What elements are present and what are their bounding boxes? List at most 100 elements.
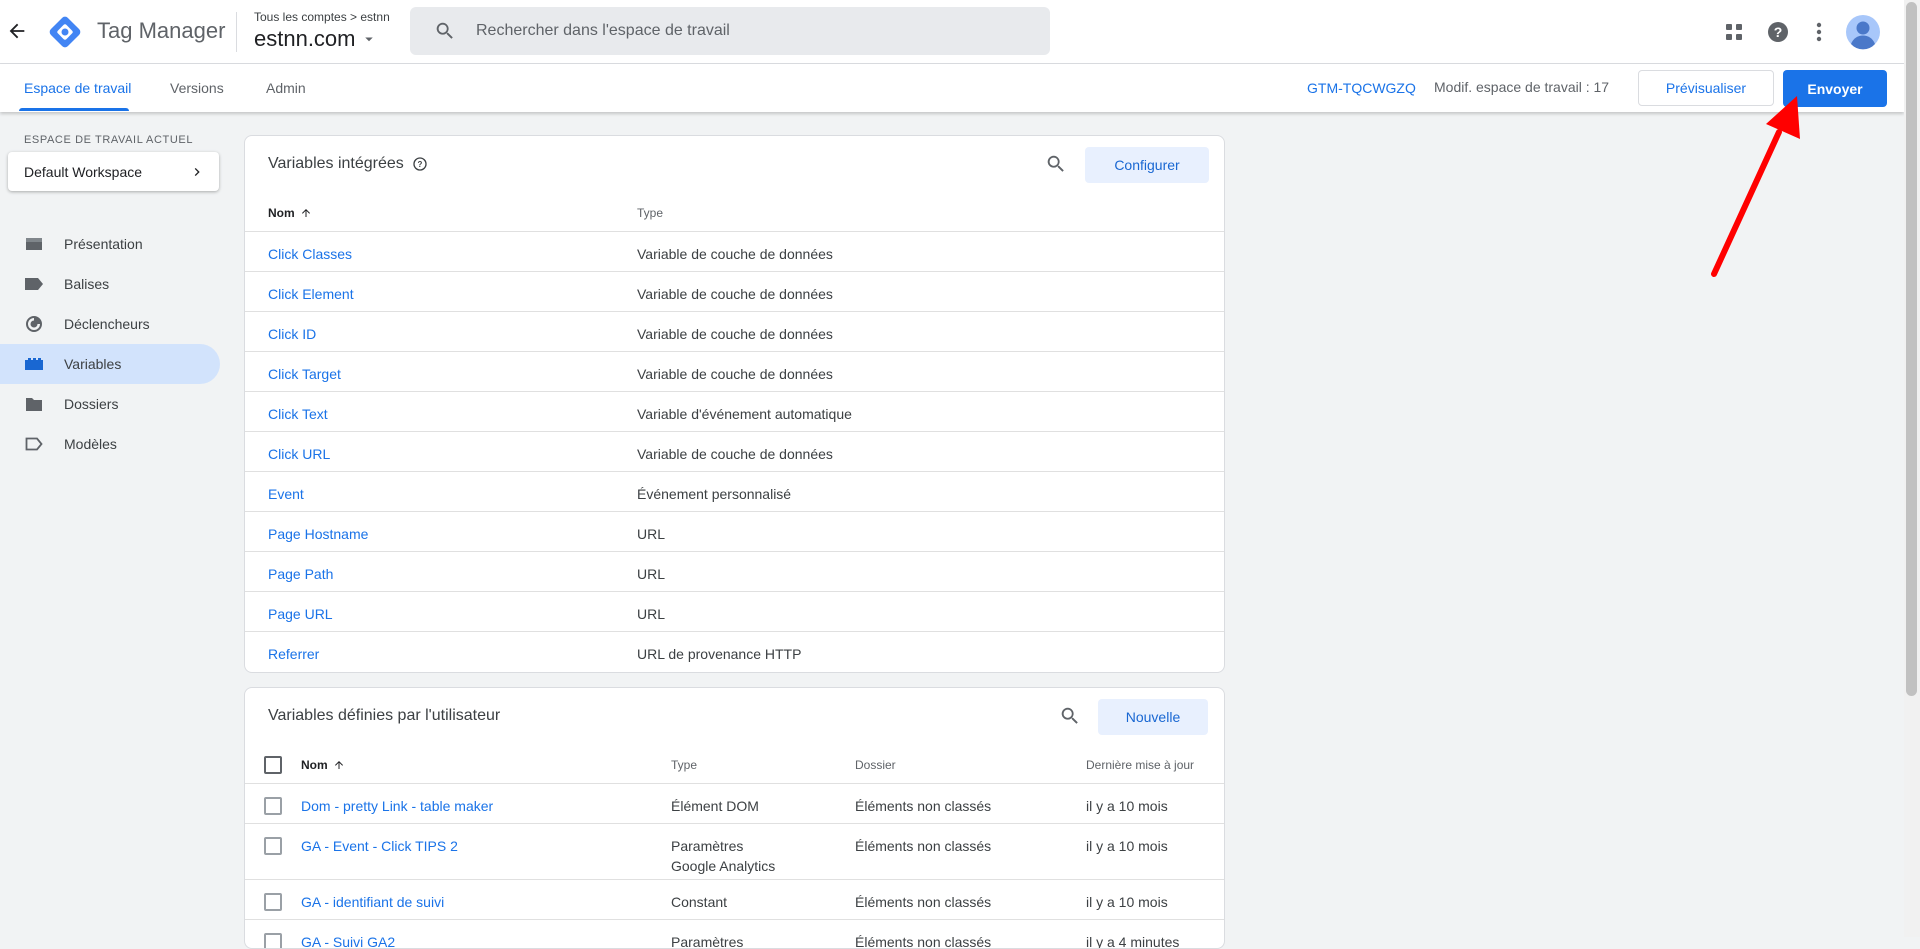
column-header-name[interactable]: Nom <box>268 206 312 220</box>
user-search-icon[interactable] <box>1059 705 1081 727</box>
variable-name-link[interactable]: Click URL <box>268 444 330 464</box>
variable-name-link[interactable]: Dom - pretty Link - table maker <box>301 796 493 816</box>
table-row[interactable]: Page Path URL <box>245 551 1224 592</box>
preview-button[interactable]: Prévisualiser <box>1638 70 1774 106</box>
table-row[interactable]: Click Target Variable de couche de donnée… <box>245 351 1224 392</box>
row-checkbox[interactable] <box>264 893 282 911</box>
search-input[interactable] <box>474 21 1038 41</box>
chevron-right-icon <box>194 167 200 176</box>
sidebar-item-label: Balises <box>64 276 110 292</box>
table-row[interactable]: Page Hostname URL <box>245 511 1224 552</box>
table-row[interactable]: Referrer URL de provenance HTTP <box>245 631 1224 672</box>
tab-workspace[interactable]: Espace de travail <box>24 80 131 96</box>
row-checkbox[interactable] <box>264 933 282 948</box>
variable-name-link[interactable]: GA - identifiant de suivi <box>301 892 444 912</box>
tab-versions[interactable]: Versions <box>170 80 224 96</box>
column-header-name[interactable]: Nom <box>301 758 345 772</box>
trigger-icon <box>24 314 44 334</box>
sidebar-item-tags[interactable]: Balises <box>0 264 220 304</box>
table-row[interactable]: GA - Suivi GA2 Paramètres Éléments non cla… <box>245 919 1224 949</box>
table-row[interactable]: Click Element Variable de couche de donné… <box>245 271 1224 312</box>
variable-folder: Éléments non classés <box>855 894 992 910</box>
variable-name-link[interactable]: Click ID <box>268 324 316 344</box>
workspace-changes: Modif. espace de travail : 17 <box>1434 79 1610 95</box>
type-line: Constant <box>671 894 728 910</box>
table-row[interactable]: Page URL URL <box>245 591 1224 632</box>
tab-admin[interactable]: Admin <box>266 80 306 96</box>
active-tab-indicator <box>19 108 129 111</box>
variable-name-link[interactable]: GA - Suivi GA2 <box>301 932 395 948</box>
variable-type: Variable de couche de données <box>637 246 833 262</box>
builtin-variables-title: Variables intégrées ? <box>268 155 428 173</box>
table-row[interactable]: Click Classes Variable de couche de donné… <box>245 231 1224 272</box>
variable-type: Variable de couche de données <box>637 326 833 342</box>
sidebar-item-triggers[interactable]: Déclencheurs <box>0 304 220 344</box>
variables-icon <box>24 354 44 374</box>
container-selector[interactable]: estnn.com <box>254 26 378 52</box>
column-header-label: Nom <box>301 758 328 772</box>
variable-name-link[interactable]: Click Text <box>268 404 328 424</box>
variable-name-link[interactable]: Click Classes <box>268 244 352 264</box>
column-header-updated: Dernière mise à jour <box>1086 758 1195 772</box>
table-row[interactable]: Click ID Variable de couche de données <box>245 311 1224 352</box>
row-checkbox[interactable] <box>264 797 282 815</box>
select-all-checkbox[interactable] <box>264 756 282 774</box>
help-icon[interactable]: ? <box>1765 19 1791 45</box>
help-outline-icon[interactable]: ? <box>412 156 428 172</box>
table-row[interactable]: Dom - pretty Link - table maker Élément D… <box>245 783 1224 824</box>
workspace-selector[interactable]: Default Workspace <box>8 152 219 191</box>
table-row[interactable]: Click Text Variable d'événement automatiq… <box>245 391 1224 432</box>
table-row[interactable]: GA - identifiant de suivi Constant Élément… <box>245 879 1224 920</box>
table-row[interactable]: GA - Event - Click TIPS 2 Paramètres Googl… <box>245 823 1224 880</box>
more-vert-icon[interactable] <box>1806 19 1832 45</box>
submit-button[interactable]: Envoyer <box>1783 70 1887 107</box>
table-row[interactable]: Event Événement personnalisé <box>245 471 1224 512</box>
tag-icon <box>24 274 44 294</box>
type-line: Paramètres <box>671 934 744 949</box>
apps-grid-icon[interactable] <box>1721 19 1747 45</box>
workspace-search[interactable] <box>410 7 1050 55</box>
sidebar-item-overview[interactable]: Présentation <box>0 224 220 264</box>
variable-updated: il y a 4 minutes <box>1086 934 1180 949</box>
sidebar-item-label: Modèles <box>64 436 117 452</box>
svg-text:?: ? <box>417 160 422 169</box>
search-icon <box>436 22 453 39</box>
sidebar-item-label: Présentation <box>64 236 143 252</box>
variable-name-link[interactable]: Referrer <box>268 644 319 664</box>
configure-button[interactable]: Configurer <box>1085 147 1209 183</box>
sidebar-item-templates[interactable]: Modèles <box>0 424 220 464</box>
variable-name-link[interactable]: Page Hostname <box>268 524 368 544</box>
page-scrollbar-thumb[interactable] <box>1906 2 1917 696</box>
variable-name-link[interactable]: GA - Event - Click TIPS 2 <box>301 836 458 856</box>
variable-type: Variable de couche de données <box>637 286 833 302</box>
arrow-upward-icon <box>301 209 310 217</box>
variable-name-link[interactable]: Click Element <box>268 284 354 304</box>
builtin-title-text: Variables intégrées <box>268 155 404 172</box>
variable-updated: il y a 10 mois <box>1086 798 1168 814</box>
variable-type: URL de provenance HTTP <box>637 646 802 662</box>
account-avatar-icon[interactable] <box>1845 14 1881 50</box>
back-arrow-icon[interactable] <box>6 20 28 42</box>
table-row[interactable]: Click URL Variable de couche de données <box>245 431 1224 472</box>
type-line: Google Analytics <box>671 858 776 874</box>
variable-name-link[interactable]: Click Target <box>268 364 341 384</box>
variable-type: URL <box>637 526 666 542</box>
container-id[interactable]: GTM-TQCWGZQ <box>1307 80 1416 96</box>
tag-manager-logo-icon[interactable] <box>46 13 84 51</box>
new-variable-button[interactable]: Nouvelle <box>1098 699 1208 735</box>
column-header-label: Nom <box>268 206 295 220</box>
variable-name-link[interactable]: Event <box>268 484 304 504</box>
variable-name-link[interactable]: Page URL <box>268 604 333 624</box>
variable-name-link[interactable]: Page Path <box>268 564 333 584</box>
variable-type: URL <box>637 566 666 582</box>
variable-folder: Éléments non classés <box>855 798 992 814</box>
builtin-search-icon[interactable] <box>1045 153 1067 175</box>
builtin-variables-card: Variables intégrées ? Configurer Nom Typ… <box>244 135 1225 673</box>
variable-updated: il y a 10 mois <box>1086 894 1168 910</box>
sidebar-item-folders[interactable]: Dossiers <box>0 384 220 424</box>
container-name: estnn.com <box>254 26 356 51</box>
account-breadcrumb[interactable]: Tous les comptes > estnn <box>254 10 390 24</box>
sidebar-item-label: Déclencheurs <box>64 316 150 332</box>
sidebar-item-variables[interactable]: Variables <box>0 344 220 384</box>
row-checkbox[interactable] <box>264 837 282 855</box>
